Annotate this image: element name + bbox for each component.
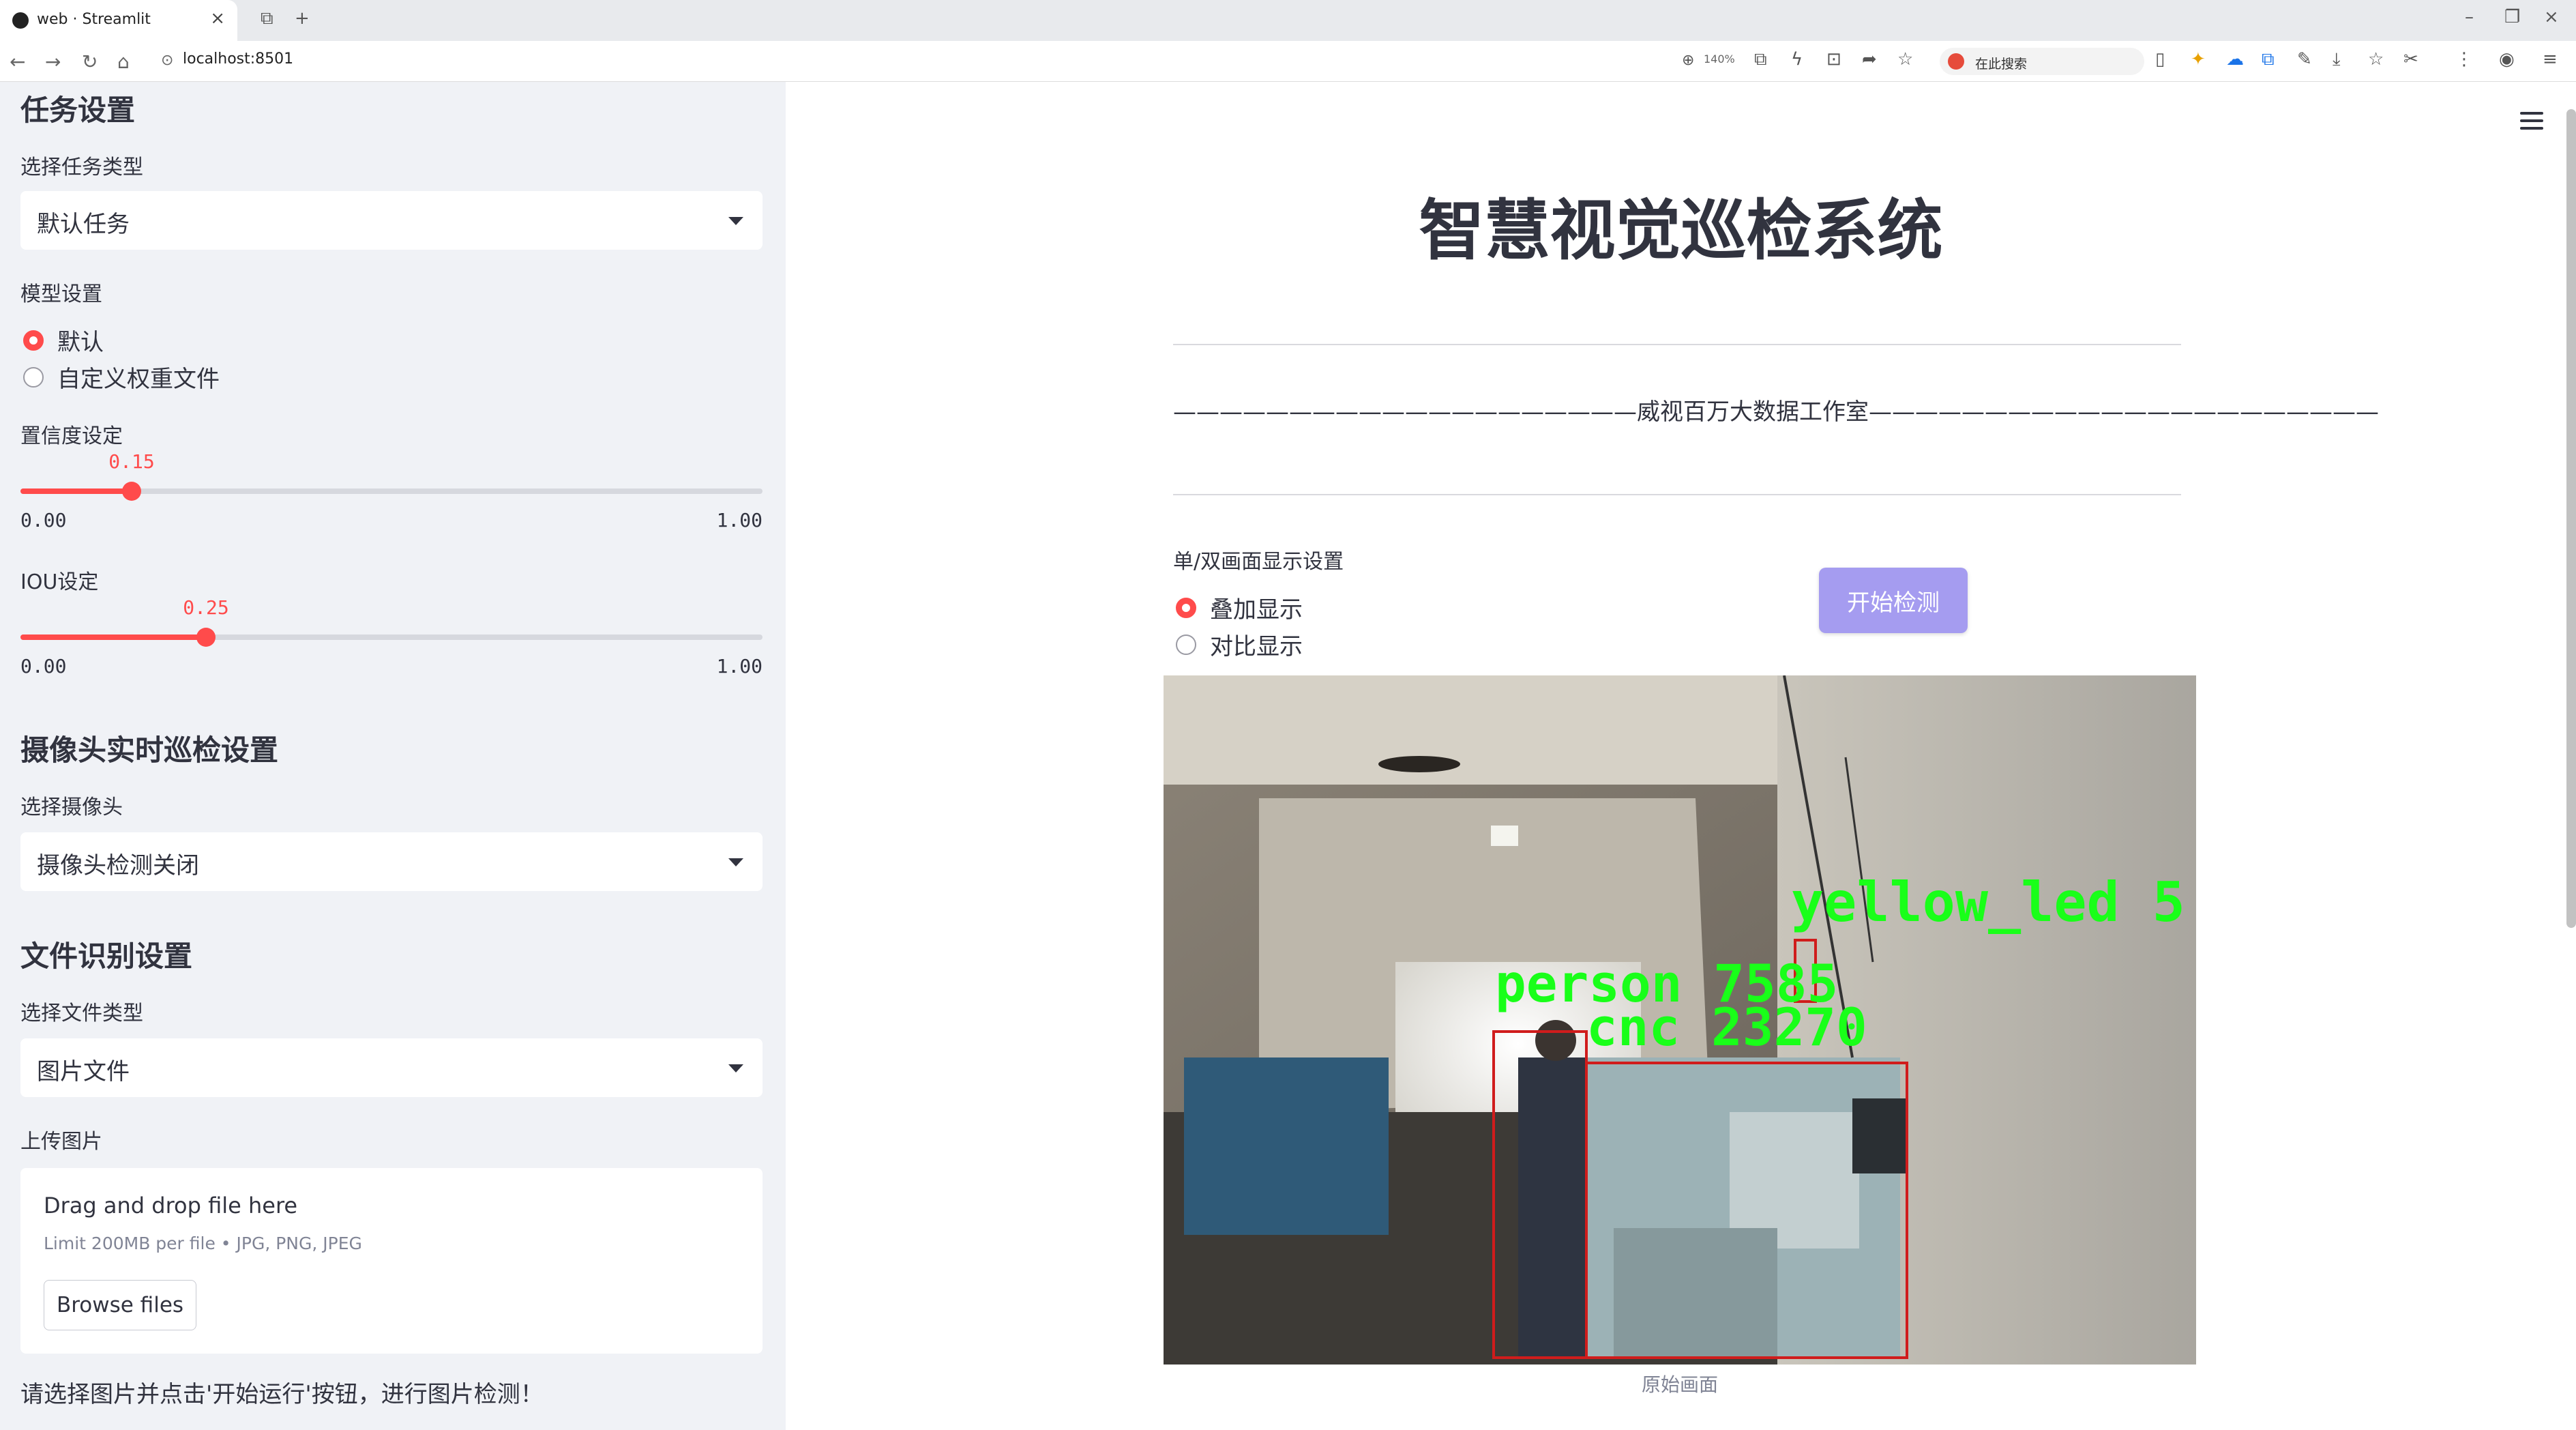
- chevron-down-icon: [728, 858, 743, 866]
- radio-selected-icon: [23, 330, 44, 351]
- new-tab-icon[interactable]: +: [295, 8, 310, 29]
- display-radio-overlay[interactable]: 叠加显示: [1176, 591, 1303, 624]
- zoom-icon[interactable]: ⊕: [1682, 52, 1694, 69]
- streamlit-favicon-icon: [12, 12, 29, 29]
- display-radio-compare[interactable]: 对比显示: [1176, 628, 1303, 661]
- phone-icon[interactable]: ▯: [2155, 49, 2165, 70]
- camera-settings-heading: 摄像头实时巡检设置: [20, 733, 279, 767]
- chevron-down-icon: [728, 1064, 743, 1072]
- model-radio-default[interactable]: 默认: [23, 323, 104, 357]
- reload-icon[interactable]: ↻: [82, 50, 98, 73]
- screenshot-icon[interactable]: ⊡: [1826, 49, 1841, 70]
- edit-icon[interactable]: ✎: [2297, 49, 2312, 70]
- camera-value: 摄像头检测关闭: [37, 852, 199, 879]
- translate-icon[interactable]: ⧉: [1754, 49, 1767, 70]
- radio-unselected-icon: [1176, 634, 1196, 655]
- slider-max: 1.00: [716, 655, 763, 677]
- display-option-label: 叠加显示: [1210, 596, 1303, 624]
- instruction-note: 请选择图片并点击'开始运行'按钮，进行图片检测！: [20, 1381, 544, 1408]
- divider-bottom: [1173, 494, 2181, 495]
- slider-fill: [20, 488, 132, 494]
- display-option-label: 对比显示: [1210, 633, 1303, 660]
- start-detection-button[interactable]: 开始检测: [1819, 568, 1968, 633]
- hamburger-menu-icon[interactable]: [2520, 112, 2543, 134]
- slider-current-value: 0.25: [183, 596, 229, 619]
- slider-thumb[interactable]: [196, 628, 216, 647]
- translate-ext-icon[interactable]: ⧉: [2262, 49, 2275, 70]
- display-mode-label: 单/双画面显示设置: [1173, 550, 1344, 574]
- lightning-icon[interactable]: ϟ: [1791, 49, 1803, 70]
- favorites-icon[interactable]: ☆: [2368, 49, 2384, 70]
- bookmark-star-icon[interactable]: ☆: [1897, 49, 1913, 70]
- close-tab-icon[interactable]: ×: [210, 8, 225, 29]
- close-window-icon[interactable]: ×: [2544, 7, 2559, 27]
- address-bar: ← → ↻ ⌂ ⊙ localhost:8501 ⊕ 140% ⧉ ϟ ⊡ ➦ …: [0, 41, 2576, 82]
- slider-max: 1.00: [716, 509, 763, 531]
- minimize-icon[interactable]: –: [2465, 7, 2474, 27]
- confidence-label: 置信度设定: [20, 424, 123, 448]
- drag-drop-text: Drag and drop file here: [44, 1193, 298, 1219]
- model-option-label: 自定义权重文件: [57, 366, 220, 393]
- upload-label: 上传图片: [20, 1130, 102, 1154]
- slider-fill: [20, 634, 206, 640]
- file-type-select[interactable]: 图片文件: [20, 1038, 763, 1097]
- task-type-value: 默认任务: [37, 211, 130, 238]
- home-icon[interactable]: ⌂: [117, 50, 130, 73]
- upload-limit-text: Limit 200MB per file • JPG, PNG, JPEG: [44, 1234, 362, 1253]
- browse-files-button[interactable]: Browse files: [44, 1280, 196, 1330]
- model-option-label: 默认: [57, 329, 104, 356]
- profile-icon[interactable]: ◉: [2499, 49, 2515, 70]
- file-type-label: 选择文件类型: [20, 1002, 143, 1025]
- slider-thumb[interactable]: [122, 482, 141, 501]
- browser-search-box[interactable]: 在此搜索: [1940, 48, 2144, 75]
- detection-result-image: yellow_led 5 person 7585 cnc 23270: [1164, 675, 2196, 1365]
- file-uploader-dropzone[interactable]: Drag and drop file here Limit 200MB per …: [20, 1168, 763, 1354]
- scissors-icon[interactable]: ✂: [2403, 49, 2418, 70]
- download-icon[interactable]: ⤓: [2333, 49, 2341, 70]
- cloud-icon[interactable]: ☁: [2226, 49, 2244, 70]
- radio-unselected-icon: [23, 366, 44, 388]
- browser-tabbar: web · Streamlit × ⧉ + – ❐ ×: [0, 0, 2576, 41]
- tab-title: web · Streamlit: [37, 11, 151, 28]
- zoom-level: 140%: [1704, 53, 1735, 65]
- file-settings-heading: 文件识别设置: [20, 939, 193, 973]
- studio-banner: ————————————————————威视百万大数据工作室——————————…: [1173, 398, 2379, 426]
- url-field[interactable]: localhost:8501: [183, 50, 293, 68]
- model-radio-custom[interactable]: 自定义权重文件: [23, 360, 220, 394]
- back-icon[interactable]: ←: [10, 50, 25, 73]
- main-content: 智慧视觉巡检系统 ————————————————————威视百万大数据工作室—…: [786, 82, 2576, 1430]
- browser-menu-icon[interactable]: ≡: [2543, 49, 2558, 70]
- image-caption: 原始画面: [1641, 1373, 1718, 1396]
- radio-selected-icon: [1176, 597, 1196, 618]
- slider-current-value: 0.15: [108, 450, 155, 473]
- share-icon[interactable]: ➦: [1862, 49, 1877, 70]
- extension-icon[interactable]: ✦: [2191, 49, 2206, 70]
- site-info-icon[interactable]: ⊙: [161, 52, 173, 69]
- browser-tab[interactable]: web · Streamlit ×: [0, 0, 237, 41]
- task-type-label: 选择任务类型: [20, 156, 143, 179]
- slider-min: 0.00: [20, 655, 67, 677]
- divider-top: [1173, 344, 2181, 345]
- iou-label: IOU设定: [20, 570, 99, 594]
- camera-select[interactable]: 摄像头检测关闭: [20, 832, 763, 891]
- sidebar: 任务设置 选择任务类型 默认任务 模型设置 默认 自定义权重文件 置信度设定 0…: [0, 82, 786, 1430]
- page-title: 智慧视觉巡检系统: [1419, 192, 1943, 269]
- file-type-value: 图片文件: [37, 1058, 130, 1085]
- tab-group-icon[interactable]: ⧉: [261, 8, 273, 29]
- chevron-down-icon: [728, 217, 743, 225]
- factory-scene-svg: yellow_led 5 person 7585 cnc 23270: [1164, 675, 2196, 1365]
- restore-icon[interactable]: ❐: [2504, 7, 2520, 27]
- search-placeholder: 在此搜索: [1975, 57, 2028, 72]
- task-settings-heading: 任务设置: [20, 93, 136, 127]
- task-type-select[interactable]: 默认任务: [20, 191, 763, 250]
- more-menu-icon[interactable]: ⋮: [2455, 49, 2473, 70]
- model-settings-label: 模型设置: [20, 282, 102, 306]
- detection-label-cnc: cnc 23270: [1586, 997, 1867, 1057]
- search-engine-icon: [1948, 53, 1964, 70]
- slider-min: 0.00: [20, 509, 67, 531]
- detection-label-yellow-led: yellow_led 5: [1791, 871, 2185, 934]
- camera-select-label: 选择摄像头: [20, 796, 123, 819]
- forward-icon[interactable]: →: [45, 50, 61, 73]
